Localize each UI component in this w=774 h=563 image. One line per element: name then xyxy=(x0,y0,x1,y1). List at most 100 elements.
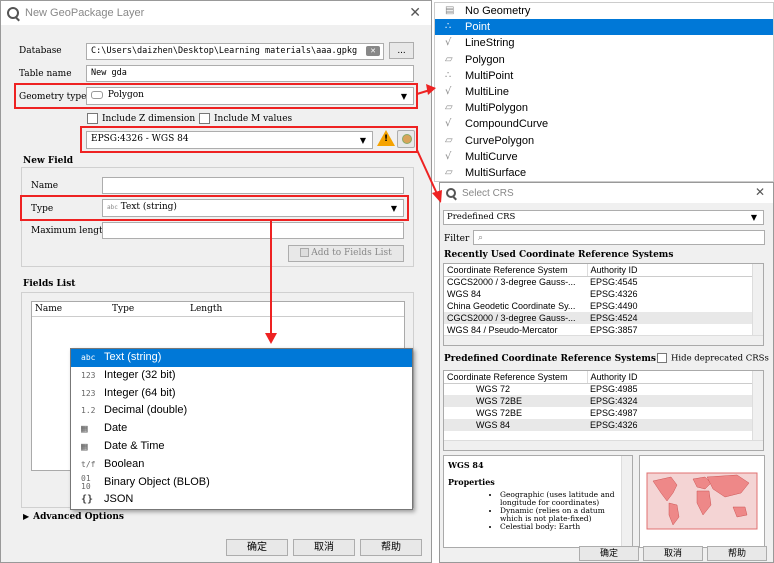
geometry-type-dropdown-list: ▤ No Geometry ∴ Point √ LineString ▱ Polygon… xyxy=(434,2,774,182)
option-label: LineString xyxy=(465,37,515,50)
field-type-option-date[interactable]: ▦ Date xyxy=(71,420,412,438)
authority-id: EPSG:4987 xyxy=(590,408,638,418)
table-row[interactable]: WGS 72BE EPSG:4324 xyxy=(444,395,754,407)
add-to-fields-button[interactable]: Add to Fields List xyxy=(288,245,404,262)
crs-help-button[interactable]: 帮助 xyxy=(707,546,767,561)
clear-field-icon[interactable]: ✕ xyxy=(366,46,380,56)
table-row[interactable]: CGCS2000 / 3-degree Gauss-... EPSG:4545 xyxy=(444,276,754,288)
column-header-authority[interactable]: Authority ID xyxy=(587,371,754,384)
field-type-option-integer64[interactable]: 123 Integer (64 bit) xyxy=(71,385,412,403)
geometry-option-polygon[interactable]: ▱ Polygon xyxy=(435,52,773,68)
polygon-icon: ▱ xyxy=(445,102,453,114)
properties-heading: Properties xyxy=(448,477,495,487)
table-row[interactable]: China Geodetic Coordinate Sy... EPSG:4490 xyxy=(444,300,754,312)
line-icon: √ xyxy=(445,118,452,130)
crs-name: WGS 72BE xyxy=(476,408,523,418)
predefined-crs-combo[interactable]: Predefined CRS ▼ xyxy=(443,210,764,225)
max-length-input[interactable] xyxy=(102,222,404,239)
field-name-input[interactable] xyxy=(102,177,404,194)
browse-button[interactable]: ... xyxy=(389,42,414,59)
cancel-button[interactable]: 取消 xyxy=(293,539,355,556)
filter-input[interactable]: ⌕ xyxy=(473,230,765,245)
option-label: Point xyxy=(465,21,491,34)
field-type-option-blob[interactable]: 01 10 Binary Object (BLOB) xyxy=(71,474,412,492)
line-icon: √ xyxy=(445,85,452,97)
geometry-option-multipoint[interactable]: ∴ MultiPoint xyxy=(435,68,773,84)
column-header-authority[interactable]: Authority ID xyxy=(587,264,754,277)
authority-id: EPSG:4985 xyxy=(590,384,638,395)
geometry-option-multipolygon[interactable]: ▱ MultiPolygon xyxy=(435,100,773,116)
option-label: Date & Time xyxy=(104,439,165,452)
field-type-option-boolean[interactable]: t/f Boolean xyxy=(71,456,412,474)
database-label: Database xyxy=(19,46,62,56)
checkbox-box xyxy=(87,113,98,124)
option-label: MultiSurface xyxy=(465,166,527,179)
crs-name: CGCS2000 / 3-degree Gauss-... xyxy=(447,277,576,288)
vertical-scrollbar[interactable] xyxy=(752,264,763,335)
field-type-option-text[interactable]: abc Text (string) xyxy=(71,349,412,367)
geometry-option-multiline[interactable]: √ MultiLine xyxy=(435,84,773,100)
vertical-scrollbar[interactable] xyxy=(752,371,763,440)
table-row[interactable]: WGS 84 EPSG:4326 xyxy=(444,288,754,300)
table-name-field[interactable]: New gda xyxy=(86,65,414,82)
geometry-option-curvepolygon[interactable]: ▱ CurvePolygon xyxy=(435,133,773,149)
close-icon[interactable]: ✕ xyxy=(755,185,765,199)
option-label: MultiPolygon xyxy=(465,102,528,115)
geometry-option-multisurface[interactable]: ▱ MultiSurface xyxy=(435,165,773,181)
geometry-option-multicurve[interactable]: √ MultiCurve xyxy=(435,149,773,165)
field-type-option-integer32[interactable]: 123 Integer (32 bit) xyxy=(71,367,412,385)
option-label: Integer (32 bit) xyxy=(104,368,176,381)
field-type-option-json[interactable]: {} JSON xyxy=(71,491,412,509)
column-header-crs[interactable]: Coordinate Reference System xyxy=(444,371,588,384)
hide-deprecated-checkbox[interactable]: Hide deprecated CRSs xyxy=(657,353,769,364)
horizontal-scrollbar[interactable] xyxy=(444,335,763,345)
recent-table-header: Coordinate Reference System Authority ID xyxy=(444,264,754,277)
chevron-down-icon: ▼ xyxy=(750,213,757,222)
authority-id: EPSG:4524 xyxy=(587,312,754,324)
database-path-value: C:\Users\daizhen\Desktop\Learning materi… xyxy=(91,46,358,56)
polygon-icon: ▱ xyxy=(445,134,453,146)
column-header-type[interactable]: Type xyxy=(112,304,134,314)
geometry-option-no-geometry[interactable]: ▤ No Geometry xyxy=(435,3,773,19)
qgis-logo-icon xyxy=(7,7,19,19)
highlight-crs xyxy=(80,126,418,153)
authority-id: EPSG:4490 xyxy=(590,301,638,311)
field-type-option-decimal[interactable]: 1.2 Decimal (double) xyxy=(71,402,412,420)
column-header-length[interactable]: Length xyxy=(190,304,222,314)
table-row[interactable]: WGS 72 EPSG:4985 xyxy=(444,383,754,395)
crs-cancel-button[interactable]: 取消 xyxy=(643,546,703,561)
property-item: Celestial body: Earth xyxy=(500,523,618,531)
filter-label: Filter xyxy=(444,234,470,244)
predefined-crs-table[interactable]: Coordinate Reference System Authority ID… xyxy=(443,370,764,451)
add-to-fields-label: Add to Fields List xyxy=(311,248,392,258)
authority-id: EPSG:4326 xyxy=(587,419,754,431)
highlight-geometry-type xyxy=(14,83,418,109)
include-m-checkbox[interactable]: Include M values xyxy=(199,113,292,124)
vertical-scrollbar[interactable] xyxy=(621,456,632,547)
integer-icon: 123 xyxy=(81,388,96,398)
horizontal-scrollbar[interactable] xyxy=(444,440,763,450)
geometry-option-linestring[interactable]: √ LineString xyxy=(435,35,773,51)
include-z-label: Include Z dimension xyxy=(102,114,196,124)
advanced-options-toggle[interactable]: ▶ Advanced Options xyxy=(23,512,124,522)
polygon-icon: ▱ xyxy=(445,166,453,178)
column-header-name[interactable]: Name xyxy=(35,304,62,314)
database-path-field[interactable]: C:\Users\daizhen\Desktop\Learning materi… xyxy=(86,43,384,60)
qgis-logo-icon xyxy=(446,188,456,198)
recent-crs-table[interactable]: Coordinate Reference System Authority ID… xyxy=(443,263,764,346)
table-row[interactable]: WGS 84 EPSG:4326 xyxy=(444,419,754,431)
geometry-option-compoundcurve[interactable]: √ CompoundCurve xyxy=(435,116,773,132)
new-field-heading: New Field xyxy=(23,156,74,166)
ok-button[interactable]: 确定 xyxy=(226,539,288,556)
close-icon[interactable]: ✕ xyxy=(409,5,421,21)
column-header-crs[interactable]: Coordinate Reference System xyxy=(444,264,588,277)
table-row[interactable]: WGS 72BE EPSG:4987 xyxy=(444,407,754,419)
crs-ok-button[interactable]: 确定 xyxy=(579,546,639,561)
option-label: JSON xyxy=(104,493,134,506)
geometry-option-point[interactable]: ∴ Point xyxy=(435,19,773,36)
table-row[interactable]: CGCS2000 / 3-degree Gauss-... EPSG:4524 xyxy=(444,312,754,324)
help-button[interactable]: 帮助 xyxy=(360,539,422,556)
field-type-option-datetime[interactable]: ▦ Date & Time xyxy=(71,438,412,456)
text-type-icon: abc xyxy=(81,353,96,362)
include-z-checkbox[interactable]: Include Z dimension xyxy=(87,113,195,124)
